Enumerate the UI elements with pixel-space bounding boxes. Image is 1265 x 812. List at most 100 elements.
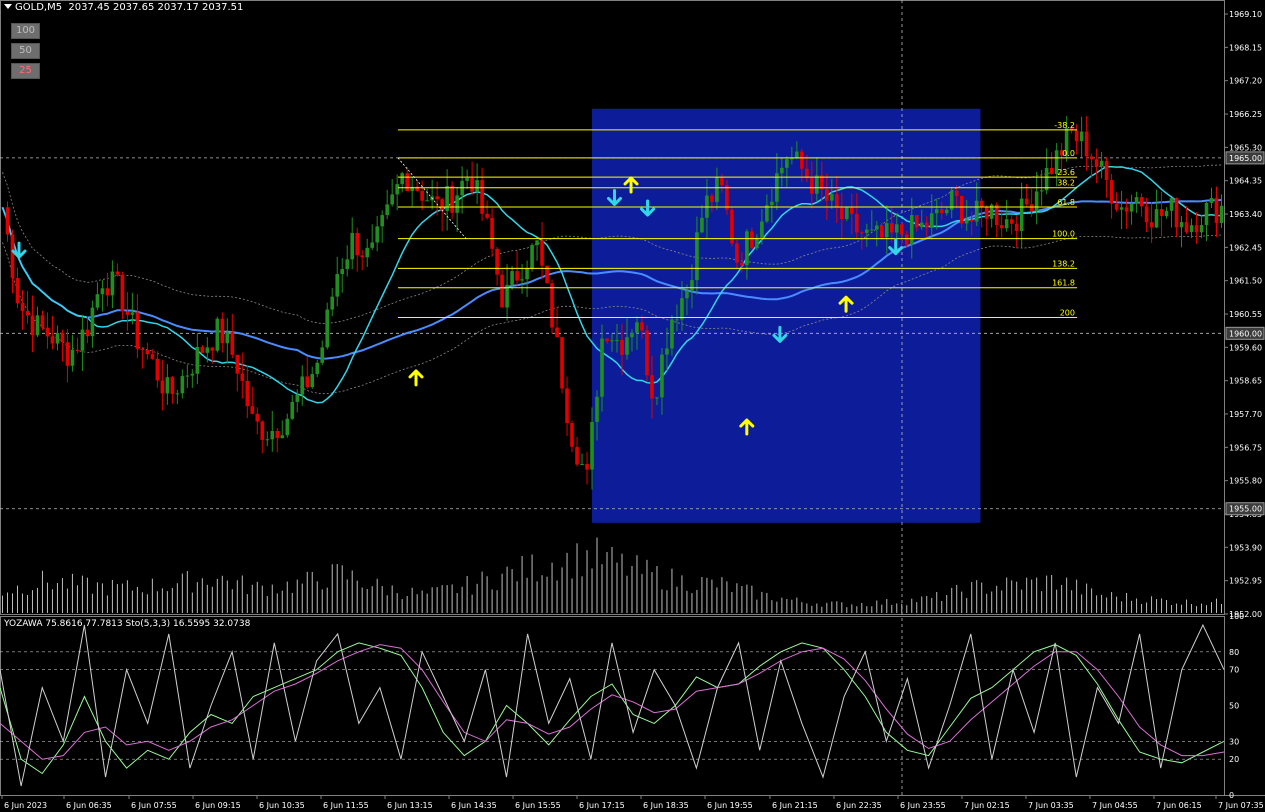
candle-body: [1084, 131, 1089, 157]
candle-body: [700, 217, 704, 233]
candle-body: [1049, 167, 1054, 175]
symbol-header: GOLD,M5 2037.45 2037.65 2037.17 2037.51: [4, 2, 243, 13]
zoom-button-100[interactable]: 100: [11, 23, 40, 39]
candle-body: [560, 337, 564, 389]
candle-body: [180, 376, 185, 394]
time-tick-label: 6 Jun 14:35: [451, 801, 497, 810]
candle-body: [450, 185, 454, 213]
candle-body: [40, 315, 45, 328]
chart-canvas[interactable]: -38.20.023.638.261.8100.0138.2161.820019…: [0, 0, 1265, 812]
candle-body: [1149, 222, 1154, 228]
candle-body: [620, 339, 624, 355]
candle-body: [155, 358, 160, 381]
candle-body: [265, 439, 270, 441]
candle-body: [470, 178, 474, 192]
candle-body: [220, 318, 225, 344]
candle-body: [1044, 167, 1049, 191]
candle-body: [1159, 209, 1164, 217]
candle-body: [1089, 156, 1094, 160]
indicator-group: 100 80 70 50 30 20 0: [0, 612, 1244, 800]
indicator-tick-label: 20: [1229, 755, 1239, 764]
candle-body: [65, 342, 70, 366]
candle-body: [360, 255, 365, 258]
candle-body: [15, 277, 20, 304]
candle-body: [909, 215, 914, 245]
fibo-level-label: 100.0: [1052, 230, 1075, 239]
candle-body: [85, 329, 90, 337]
highlight-box: [591, 108, 981, 523]
candle-body: [120, 274, 125, 312]
candle-body: [380, 215, 384, 227]
candle-body: [30, 315, 35, 336]
candle-body: [1079, 131, 1084, 142]
candle-body: [889, 223, 894, 233]
candle-body: [1169, 197, 1174, 211]
time-tick-label: 7 Jun 07:35: [1218, 801, 1264, 810]
candle-body: [785, 159, 789, 168]
zoom-button-25[interactable]: 25: [11, 63, 40, 79]
candle-body: [894, 224, 899, 233]
candle-body: [675, 319, 679, 321]
candle-body: [90, 307, 95, 337]
fibo-level-label: 200: [1060, 309, 1075, 318]
candle-body: [914, 215, 919, 228]
candle-body: [964, 219, 969, 224]
collapse-triangle-icon[interactable]: [4, 4, 12, 9]
candle-body: [605, 338, 609, 342]
fibo-level-label: 61.8: [1057, 198, 1075, 207]
time-tick-label: 6 Jun 10:35: [259, 801, 305, 810]
candle-body: [1154, 209, 1159, 228]
candle-body: [305, 376, 310, 388]
candle-body: [740, 262, 744, 266]
candle-body: [1164, 210, 1169, 217]
candle-body: [879, 225, 884, 238]
candle-body: [390, 194, 394, 205]
price-marker-label: 1955.00: [1229, 505, 1262, 514]
price-tick-label: 1961.50: [1229, 277, 1262, 286]
candle-body: [200, 346, 205, 353]
candle-body: [720, 176, 724, 186]
candle-body: [570, 423, 574, 447]
price-tick-label: 1967.20: [1229, 77, 1262, 86]
candle-body: [575, 446, 579, 465]
candle-body: [934, 209, 939, 214]
candle-body: [35, 315, 40, 336]
candle-body: [375, 226, 379, 243]
candle-body: [755, 237, 759, 249]
candle-body: [670, 319, 674, 349]
candle-body: [939, 209, 944, 214]
candle-body: [850, 207, 854, 214]
arrow-up-icon: [408, 369, 424, 387]
time-tick-label: 6 Jun 17:15: [579, 801, 625, 810]
candle-body: [1199, 225, 1204, 233]
candle-body: [770, 201, 774, 206]
candle-body: [75, 349, 80, 351]
candle-body: [690, 280, 694, 291]
candle-body: [635, 322, 639, 333]
indicator-tick-label: 100: [1229, 612, 1244, 621]
candle-body: [979, 200, 984, 208]
time-tick-label: 6 Jun 15:55: [515, 801, 561, 810]
candle-body: [475, 180, 479, 192]
zoom-button-50[interactable]: 50: [11, 43, 40, 59]
candle-body: [510, 271, 514, 285]
candle-body: [874, 225, 879, 230]
candle-body: [160, 380, 165, 394]
candle-body: [580, 463, 584, 465]
candle-body: [270, 430, 275, 440]
candle-body: [115, 271, 120, 275]
candle-body: [135, 312, 140, 349]
candle-body: [520, 279, 524, 281]
candle-body: [625, 337, 629, 355]
candle-body: [1184, 222, 1189, 232]
candle-body: [215, 318, 220, 351]
candle-body: [840, 207, 844, 220]
price-tick-label: 1958.65: [1229, 377, 1262, 386]
candle-body: [780, 167, 784, 174]
candle-body: [1174, 197, 1179, 228]
time-tick-label: 7 Jun 03:35: [1028, 801, 1074, 810]
candle-body: [640, 322, 644, 331]
candle-body: [855, 213, 859, 233]
candle-body: [845, 207, 849, 220]
candle-body: [1134, 197, 1139, 204]
